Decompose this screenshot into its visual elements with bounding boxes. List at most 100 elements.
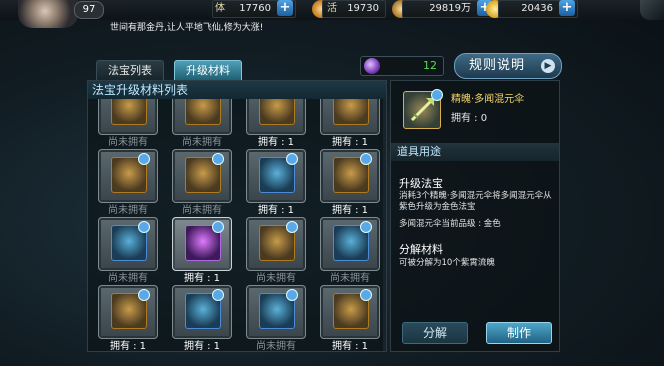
material-item-icon bbox=[185, 99, 221, 125]
item-usage-header: 道具用途 bbox=[391, 143, 559, 161]
material-grid[interactable]: 尚未拥有 尚未拥有 拥有 : 1 拥有 : 1 尚未拥有 尚未拥有 拥有 : 1 拥有 : 1… bbox=[88, 99, 386, 351]
screen: { "top": { "level": "97", "resources": [… bbox=[0, 0, 664, 366]
selected-item-icon bbox=[403, 89, 443, 129]
coin-resource: 29819万 + bbox=[402, 0, 496, 18]
material-cell[interactable]: 拥有 : 1 bbox=[242, 149, 314, 216]
material-slot[interactable] bbox=[320, 217, 380, 271]
material-cell[interactable]: 拥有 : 1 bbox=[94, 285, 166, 351]
quality-badge-icon bbox=[212, 153, 224, 165]
selected-item-owned: 拥有 : 0 bbox=[451, 113, 488, 124]
material-caption: 拥有 : 1 bbox=[257, 205, 295, 216]
player-level-badge: 97 bbox=[74, 1, 104, 19]
material-list-title: 法宝升级材料列表 bbox=[88, 81, 386, 99]
player-avatar[interactable] bbox=[18, 0, 78, 28]
material-item-icon bbox=[333, 99, 369, 125]
announcement-marquee: 世间有那金丹,让人平地飞仙,修为大涨! bbox=[110, 23, 264, 33]
material-cell[interactable]: 拥有 : 1 bbox=[316, 149, 386, 216]
material-slot[interactable] bbox=[172, 217, 232, 271]
material-cell[interactable]: 尚未拥有 bbox=[94, 217, 166, 284]
upgrade-description: 消耗3个精魄·多闻混元伞将多闻混元伞从紫色升级为金色法宝 bbox=[399, 191, 552, 212]
selected-item-name: 精魄·多闻混元伞 bbox=[451, 94, 525, 105]
material-caption: 尚未拥有 bbox=[182, 205, 222, 216]
material-slot[interactable] bbox=[246, 285, 306, 339]
tab-treasure-list[interactable]: 法宝列表 bbox=[96, 60, 164, 82]
material-item-icon bbox=[259, 99, 295, 125]
list-scrollbar[interactable] bbox=[383, 99, 386, 351]
material-caption: 尚未拥有 bbox=[108, 137, 148, 148]
material-caption: 拥有 : 1 bbox=[331, 137, 369, 148]
material-cell[interactable]: 尚未拥有 bbox=[168, 99, 240, 148]
material-slot[interactable] bbox=[320, 285, 380, 339]
material-caption: 拥有 : 1 bbox=[331, 341, 369, 351]
coin-value: 29819万 bbox=[429, 3, 471, 14]
vitality-value: 19730 bbox=[347, 3, 379, 14]
material-cell[interactable]: 拥有 : 1 bbox=[168, 285, 240, 351]
material-caption: 尚未拥有 bbox=[330, 273, 370, 284]
material-slot[interactable] bbox=[320, 99, 380, 135]
current-quality-text: 多闻混元伞当前品级 : 金色 bbox=[399, 219, 501, 229]
material-cell[interactable]: 尚未拥有 bbox=[94, 149, 166, 216]
material-slot[interactable] bbox=[98, 217, 158, 271]
quality-badge-icon bbox=[286, 153, 298, 165]
craft-button[interactable]: 制作 bbox=[486, 322, 552, 344]
quality-badge-icon bbox=[212, 221, 224, 233]
material-slot[interactable] bbox=[246, 99, 306, 135]
vitality-resource: 活 19730 bbox=[322, 0, 386, 18]
material-caption: 拥有 : 1 bbox=[257, 137, 295, 148]
material-list-panel: 法宝升级材料列表 尚未拥有 尚未拥有 拥有 : 1 拥有 : 1 尚未拥有 尚未拥有 拥有 … bbox=[87, 80, 387, 352]
purple-crystal-icon bbox=[364, 58, 380, 74]
material-cell[interactable]: 尚未拥有 bbox=[168, 149, 240, 216]
quality-badge-icon bbox=[360, 153, 372, 165]
play-arrow-icon: ▶ bbox=[541, 59, 555, 73]
rules-button[interactable]: 规则说明 ▶ bbox=[454, 53, 562, 79]
material-slot[interactable] bbox=[320, 149, 380, 203]
quality-badge-icon bbox=[138, 153, 150, 165]
material-slot[interactable] bbox=[246, 217, 306, 271]
decompose-button[interactable]: 分解 bbox=[402, 322, 468, 344]
upgrade-heading: 升级法宝 bbox=[399, 177, 443, 190]
vitality-label: 活 bbox=[327, 3, 337, 14]
material-cell[interactable]: 尚未拥有 bbox=[316, 217, 386, 284]
material-caption: 尚未拥有 bbox=[182, 137, 222, 148]
tab-upgrade-materials[interactable]: 升级材料 bbox=[174, 60, 242, 82]
material-cell[interactable]: 拥有 : 1 bbox=[168, 217, 240, 284]
material-slot[interactable] bbox=[98, 285, 158, 339]
rules-label: 规则说明 bbox=[469, 58, 526, 73]
material-slot[interactable] bbox=[172, 149, 232, 203]
quality-badge-icon bbox=[138, 221, 150, 233]
top-right-corner-button[interactable] bbox=[640, 0, 664, 20]
material-slot[interactable] bbox=[246, 149, 306, 203]
material-item-icon bbox=[111, 99, 147, 125]
material-caption: 尚未拥有 bbox=[108, 205, 148, 216]
material-cell[interactable]: 拥有 : 1 bbox=[242, 99, 314, 148]
material-caption: 尚未拥有 bbox=[108, 273, 148, 284]
material-cell[interactable]: 拥有 : 1 bbox=[316, 285, 386, 351]
quality-badge-icon bbox=[138, 289, 150, 301]
material-cell[interactable]: 尚未拥有 bbox=[242, 217, 314, 284]
material-slot[interactable] bbox=[172, 99, 232, 135]
quality-badge-icon bbox=[360, 221, 372, 233]
material-caption: 拥有 : 1 bbox=[183, 273, 221, 284]
stamina-value: 17760 bbox=[239, 3, 271, 14]
material-caption: 拥有 : 1 bbox=[183, 341, 221, 351]
material-slot[interactable] bbox=[172, 285, 232, 339]
crystal-count: 12 bbox=[423, 59, 437, 72]
stamina-plus-button[interactable]: + bbox=[277, 0, 293, 16]
ingot-resource: 20436 + bbox=[498, 0, 578, 18]
material-cell[interactable]: 拥有 : 1 bbox=[316, 99, 386, 148]
quality-badge-icon bbox=[212, 289, 224, 301]
material-cell[interactable]: 尚未拥有 bbox=[242, 285, 314, 351]
material-caption: 拥有 : 1 bbox=[331, 205, 369, 216]
material-slot[interactable] bbox=[98, 99, 158, 135]
material-caption: 拥有 : 1 bbox=[109, 341, 147, 351]
ingot-plus-button[interactable]: + bbox=[559, 0, 575, 16]
quality-badge-icon bbox=[286, 221, 298, 233]
crystal-counter: 12 bbox=[360, 56, 444, 76]
quality-badge-icon bbox=[360, 289, 372, 301]
material-slot[interactable] bbox=[98, 149, 158, 203]
material-cell[interactable]: 尚未拥有 bbox=[94, 99, 166, 148]
decompose-heading: 分解材料 bbox=[399, 243, 443, 256]
detail-panel: 精魄·多闻混元伞 拥有 : 0 道具用途 升级法宝 消耗3个精魄·多闻混元伞将多… bbox=[390, 80, 560, 352]
material-caption: 尚未拥有 bbox=[256, 341, 296, 351]
quality-badge-icon bbox=[431, 89, 443, 101]
